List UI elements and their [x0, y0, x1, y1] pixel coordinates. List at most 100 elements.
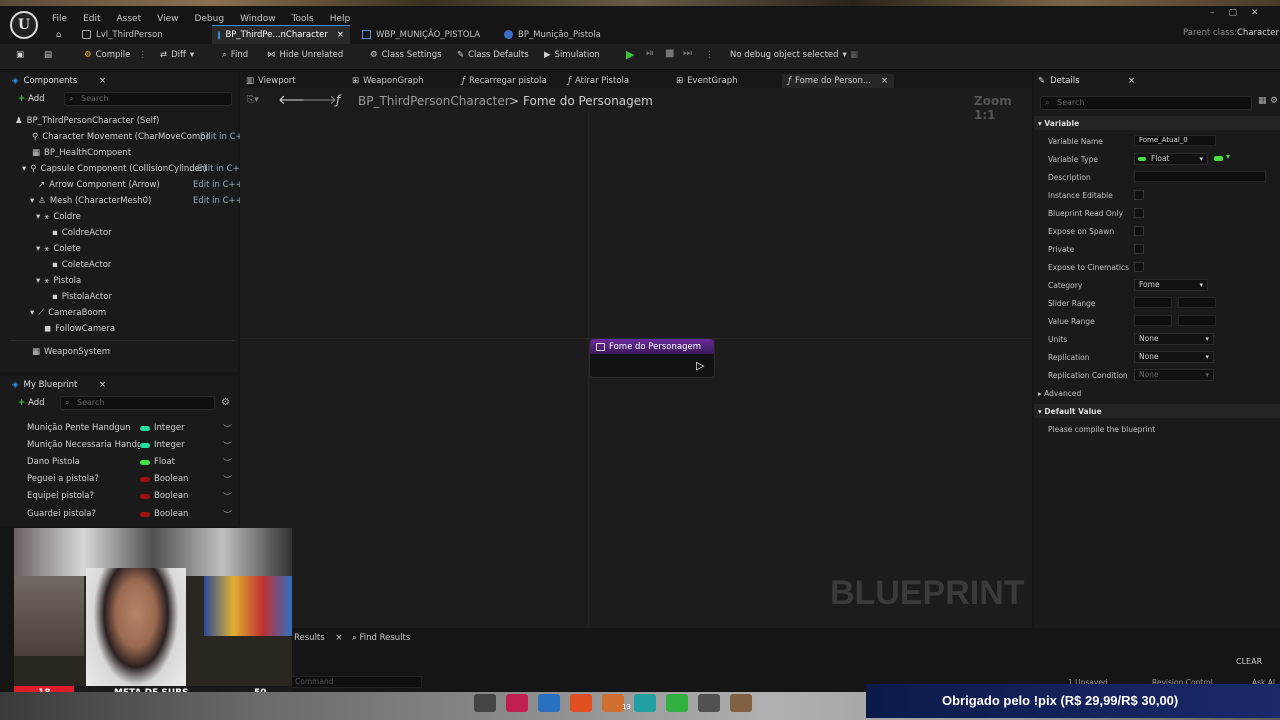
expose-cinematics-checkbox[interactable]: [1134, 262, 1144, 272]
instance-editable-checkbox[interactable]: [1134, 190, 1144, 200]
variable-row[interactable]: Peguei a pistola? Boolean ︶: [27, 472, 232, 486]
tab-find-results[interactable]: ⌕ Find Results: [352, 633, 410, 643]
slider-range-min[interactable]: [1134, 297, 1172, 308]
tree-item-coldre[interactable]: ▾ ⚹ Coldre: [36, 212, 81, 222]
variable-row[interactable]: Equipei pistola? Boolean ︶: [27, 489, 232, 503]
app-icon[interactable]: [698, 694, 720, 712]
find-button[interactable]: ⌕ Find: [222, 50, 248, 60]
app-icon[interactable]: [506, 694, 528, 712]
units-dropdown[interactable]: None ▾: [1134, 333, 1214, 345]
my-blueprint-search[interactable]: ⌕ Search: [60, 396, 215, 410]
menu-file[interactable]: File: [44, 14, 75, 24]
eye-closed-icon[interactable]: ︶: [223, 490, 232, 503]
menu-help[interactable]: Help: [322, 14, 359, 24]
app-icon[interactable]: [634, 694, 656, 712]
expose-on-spawn-checkbox[interactable]: [1134, 226, 1144, 236]
class-defaults-button[interactable]: ✎ Class Defaults: [457, 50, 529, 60]
close-icon[interactable]: ×: [335, 633, 342, 643]
variable-name-input[interactable]: Fome_Atual_0: [1134, 135, 1216, 146]
tab-atirar[interactable]: ƒ Atirar Pistola: [568, 74, 629, 88]
close-icon[interactable]: ×: [99, 76, 106, 86]
private-checkbox[interactable]: [1134, 244, 1144, 254]
tree-item-health[interactable]: ▦ BP_HealthCompoent: [32, 148, 131, 158]
description-input[interactable]: [1134, 171, 1266, 182]
variable-type-dropdown[interactable]: Float ▾: [1134, 153, 1208, 165]
read-only-checkbox[interactable]: [1134, 208, 1144, 218]
tree-item-colete[interactable]: ▾ ⚹ Colete: [36, 244, 81, 254]
tab-event-graph[interactable]: ⊞ EventGraph: [676, 74, 738, 88]
value-range-max[interactable]: [1178, 315, 1216, 326]
app-icon[interactable]: [666, 694, 688, 712]
diff-button[interactable]: ⇄ Diff ▾: [160, 50, 194, 60]
tab-level[interactable]: Lvl_ThirdPerson: [76, 25, 169, 44]
tree-item-pistola-actor[interactable]: ▪ PistolaActor: [52, 292, 112, 302]
variable-row[interactable]: Munição Necessaria Handgu Integer ︶: [27, 438, 232, 452]
menu-view[interactable]: View: [149, 14, 186, 24]
bookmark-icon[interactable]: ⎘▾: [247, 95, 259, 105]
tab-recarregar[interactable]: ƒ Recarregar pistola: [462, 74, 547, 88]
ue-logo-icon[interactable]: U: [10, 11, 38, 39]
save-icon[interactable]: ▣: [16, 50, 24, 60]
debug-object-dropdown[interactable]: No debug object selected ▾: [730, 50, 847, 60]
tree-item-arrow[interactable]: ↗ Arrow Component (Arrow): [38, 180, 160, 190]
app-icon[interactable]: [730, 694, 752, 712]
tree-item-self[interactable]: ♟ BP_ThirdPersonCharacter (Self): [15, 116, 159, 126]
tree-item-mesh[interactable]: ▾ ♙ Mesh (CharacterMesh0): [30, 196, 151, 206]
value-range-min[interactable]: [1134, 315, 1172, 326]
menu-edit[interactable]: Edit: [75, 14, 108, 24]
step-icon[interactable]: ⏯: [646, 48, 654, 59]
close-icon[interactable]: ×: [881, 76, 888, 86]
home-tab[interactable]: ⌂: [50, 25, 70, 44]
app-icon[interactable]: [538, 694, 560, 712]
debug-filter-icon[interactable]: ▦: [850, 50, 858, 60]
skip-icon[interactable]: ⏭: [683, 48, 692, 59]
parent-class-value[interactable]: Character: [1237, 28, 1279, 38]
close-icon[interactable]: ×: [99, 380, 106, 390]
settings-gear-icon[interactable]: ⚙: [1270, 96, 1278, 106]
tab-viewport[interactable]: ▥ Viewport: [246, 74, 296, 88]
tree-item-colete-actor[interactable]: ▪ ColeteActor: [52, 260, 111, 270]
forward-arrow-icon[interactable]: 🡒: [302, 92, 337, 108]
app-icon[interactable]: [570, 694, 592, 712]
tree-item-weapon-system[interactable]: ▦ WeaponSystem: [32, 347, 110, 357]
tab-weapon-graph[interactable]: ⊞ WeaponGraph: [352, 74, 424, 88]
class-settings-button[interactable]: ⚙ Class Settings: [370, 50, 442, 60]
browse-icon[interactable]: ▤: [44, 50, 52, 60]
eye-closed-icon[interactable]: ︶: [223, 439, 232, 452]
section-default-title[interactable]: ▾ Default Value: [1038, 407, 1102, 416]
menu-debug[interactable]: Debug: [186, 14, 232, 24]
replication-dropdown[interactable]: None ▾: [1134, 351, 1214, 363]
variable-row[interactable]: Guardei pistola? Boolean ︶: [27, 507, 232, 521]
close-icon[interactable]: ×: [1128, 76, 1135, 86]
edit-in-cpp-link[interactable]: Edit in C++: [193, 196, 243, 206]
close-icon[interactable]: ×: [337, 30, 344, 40]
tab-fome[interactable]: ƒ Fome do Person... ×: [782, 74, 895, 88]
stop-icon[interactable]: ■: [665, 48, 674, 59]
hide-unrelated-button[interactable]: ⋈ Hide Unrelated: [267, 50, 343, 60]
add-member-button[interactable]: + Add: [14, 396, 49, 410]
tab-results[interactable]: Results ×: [294, 633, 343, 643]
eye-closed-icon[interactable]: ︶: [223, 456, 232, 469]
edit-in-cpp-link[interactable]: Edit in C++: [193, 180, 243, 190]
command-input[interactable]: Command: [290, 676, 422, 688]
components-search[interactable]: ⌕ Search: [64, 92, 232, 106]
clear-button[interactable]: CLEAR: [1236, 657, 1262, 666]
function-entry-node[interactable]: Fome do Personagem ▷: [589, 338, 715, 378]
tab-ammo[interactable]: BP_Munição_Pistola: [498, 25, 607, 44]
tree-item-coldre-actor[interactable]: ▪ ColdreActor: [52, 228, 112, 238]
tree-item-pistola[interactable]: ▾ ⚹ Pistola: [36, 276, 81, 286]
menu-tools[interactable]: Tools: [284, 14, 322, 24]
play-icon[interactable]: ▶: [626, 48, 634, 61]
tab-blueprint[interactable]: BP_ThirdPe...nCharacter ×: [212, 25, 350, 44]
app-icon[interactable]: [474, 694, 496, 712]
window-controls[interactable]: –▢✕: [1210, 8, 1273, 18]
menu-window[interactable]: Window: [232, 14, 284, 24]
tab-widget[interactable]: WBP_MUNIÇÃO_PISTOLA: [356, 25, 486, 44]
category-dropdown[interactable]: Fome ▾: [1134, 279, 1208, 291]
advanced-expander[interactable]: ▸ Advanced: [1038, 389, 1081, 398]
tree-item-camera-boom[interactable]: ▾ ⟋ CameraBoom: [30, 308, 106, 318]
compile-button[interactable]: ⚙ Compile ⋮: [84, 50, 147, 60]
breadcrumb-root[interactable]: BP_ThirdPersonCharacter: [358, 94, 510, 108]
section-variable-title[interactable]: ▾ Variable: [1038, 119, 1079, 128]
tree-item-follow-camera[interactable]: ◼ FollowCamera: [44, 324, 115, 334]
